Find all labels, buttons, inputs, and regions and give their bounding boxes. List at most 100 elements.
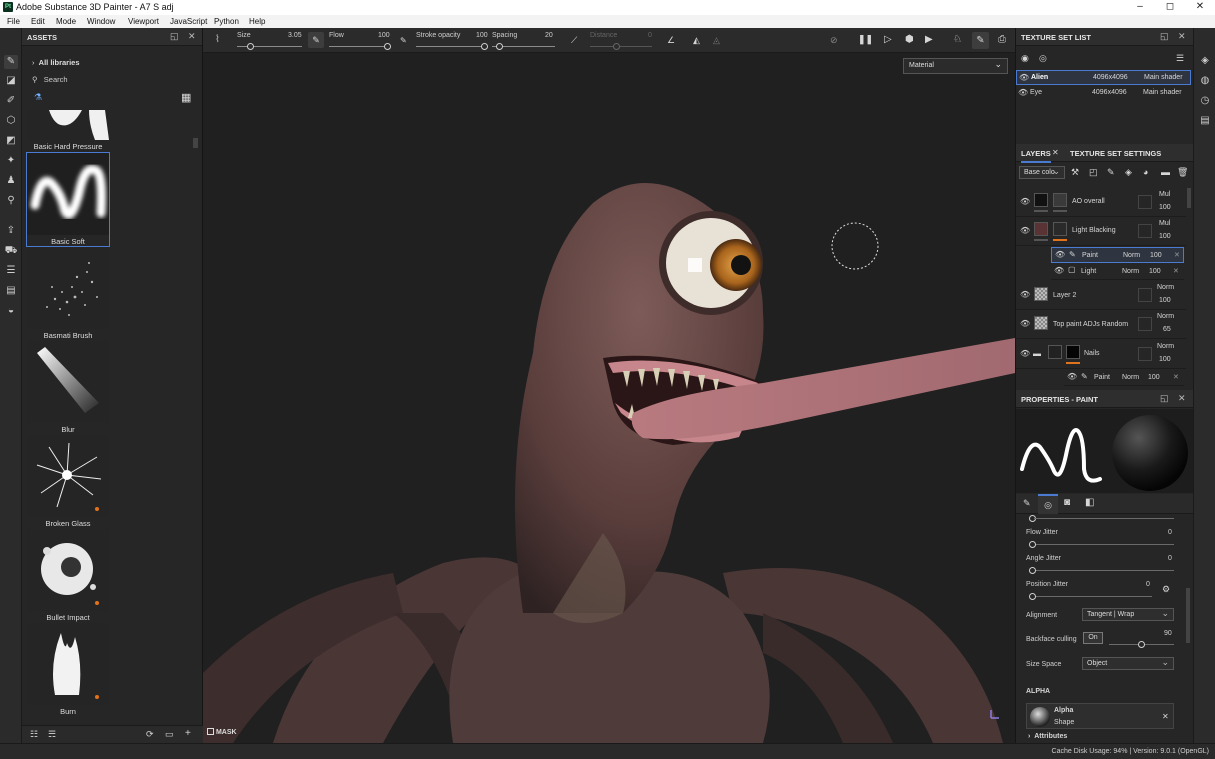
distance-slider[interactable] — [590, 46, 652, 47]
tab-layers[interactable]: LAYERS — [1021, 149, 1051, 163]
3d-viewport[interactable]: Material ⌄ MASK — [203, 53, 1015, 743]
size-value[interactable]: 3.05 — [288, 32, 302, 39]
paint-mode-icon[interactable]: ♘ — [953, 34, 962, 45]
eye-icon[interactable]: 👁 — [1055, 250, 1065, 259]
list-menu-icon[interactable]: ☰ — [1176, 53, 1184, 64]
add-folder-icon[interactable]: ▬ — [1161, 167, 1170, 177]
add-smart-material-icon[interactable]: ◕ — [1143, 167, 1148, 177]
color-picker-icon[interactable]: ⚲ — [4, 194, 18, 208]
log-icon[interactable]: ▤ — [1198, 114, 1212, 128]
flow-slider-handle[interactable] — [384, 43, 391, 50]
mask-toggle[interactable]: MASK — [207, 728, 237, 736]
effect-row[interactable]: 👁 ✎ Paint Norm 100 ✕ — [1064, 370, 1184, 386]
texture-set-row-eye[interactable]: 👁 Eye 4096x4096 Main shader — [1016, 86, 1191, 101]
projection-icon[interactable]: ✐ — [4, 94, 18, 108]
search-input[interactable]: ⚲ Search — [32, 75, 200, 87]
close-icon[interactable]: ✕ — [1178, 31, 1186, 42]
texture-set-row-alien[interactable]: 👁 Alien 4096x4096 Main shader — [1016, 70, 1191, 85]
layer-row[interactable]: 👁 Top paint ADJs Random Norm 65 — [1016, 310, 1186, 339]
add-mask-icon[interactable]: ◰ — [1089, 167, 1098, 178]
visibility-icon[interactable]: ◉ — [1021, 53, 1029, 64]
flow-jitter-handle[interactable] — [1029, 541, 1036, 548]
texture-set-shader[interactable]: Main shader — [1143, 89, 1182, 96]
remove-effect-icon[interactable]: ✕ — [1173, 267, 1179, 275]
screenshot-icon[interactable]: ⎙ — [998, 34, 1006, 45]
eye-icon[interactable]: 👁 — [1020, 197, 1030, 206]
flow-value[interactable]: 100 — [378, 32, 390, 39]
blend-mode[interactable]: Norm — [1122, 374, 1139, 381]
remove-effect-icon[interactable]: ✕ — [1174, 251, 1180, 259]
backface-culling-value[interactable]: 90 — [1164, 630, 1172, 637]
undock-icon[interactable]: ◱ — [1160, 31, 1169, 42]
menu-viewport[interactable]: Viewport — [128, 17, 159, 26]
close-tab-icon[interactable]: ✕ — [1052, 148, 1059, 157]
grid-view-icon[interactable]: ▦ — [181, 91, 191, 104]
add-icon[interactable]: + — [185, 728, 191, 739]
layers-icon[interactable]: ☰ — [4, 264, 18, 278]
spacing-slider-handle[interactable] — [496, 43, 503, 50]
pressure-toggle-icon[interactable]: ✎ — [308, 32, 324, 48]
blend-mode[interactable]: Mul — [1159, 191, 1170, 198]
symmetry-axis-icon[interactable]: ◬ — [713, 35, 720, 46]
position-jitter-slider[interactable] — [1034, 596, 1152, 597]
texture-set-icon[interactable]: ⛟ — [4, 244, 18, 258]
menu-python[interactable]: Python — [214, 17, 239, 26]
flow-jitter-slider[interactable] — [1034, 544, 1174, 545]
eraser-icon[interactable]: ◪ — [4, 74, 18, 88]
angle-icon[interactable]: ∠ — [667, 35, 675, 46]
effect-opacity[interactable]: 100 — [1148, 374, 1160, 381]
position-jitter-handle[interactable] — [1029, 593, 1036, 600]
effect-row-selected[interactable]: 👁 ✎ Paint Norm 100 ✕ — [1051, 247, 1184, 263]
angle-jitter-handle[interactable] — [1029, 567, 1036, 574]
eye-icon[interactable]: 👁 — [1020, 319, 1030, 328]
flow-jitter-value[interactable]: 0 — [1168, 529, 1172, 536]
brush-item[interactable]: Burn — [27, 623, 109, 716]
flow-pressure-icon[interactable]: ✎ — [400, 36, 407, 45]
backface-culling-toggle[interactable]: On — [1083, 632, 1103, 644]
layer-opacity[interactable]: 65 — [1163, 326, 1171, 333]
paint-brush-icon[interactable]: ✎ — [4, 55, 18, 69]
maximize-button[interactable]: ◻ — [1155, 0, 1185, 15]
delete-layer-icon[interactable]: 🗑 — [1177, 167, 1188, 178]
clone-stamp-icon[interactable]: ♟ — [4, 174, 18, 188]
menu-javascript[interactable]: JavaScript — [170, 17, 207, 26]
brush-item[interactable]: Bullet Impact — [27, 529, 109, 622]
tab-stencil-icon[interactable]: ◧ — [1085, 497, 1094, 508]
distance-value[interactable]: 0 — [648, 32, 652, 39]
blend-mode[interactable]: Norm — [1157, 284, 1174, 291]
selection-mode-icon[interactable]: ▷ — [884, 34, 892, 45]
spacing-value[interactable]: 20 — [545, 32, 553, 39]
tab-texture-set-settings[interactable]: TEXTURE SET SETTINGS — [1070, 149, 1161, 158]
scrollbar-thumb[interactable] — [193, 138, 198, 148]
layer-row[interactable]: 👁 AO overall Mul 100 — [1016, 188, 1186, 217]
add-paint-layer-icon[interactable]: ✎ — [1107, 167, 1115, 178]
history-icon[interactable]: ◷ — [1198, 94, 1212, 108]
close-icon[interactable]: ✕ — [188, 31, 196, 42]
size-space-select[interactable]: Object — [1082, 657, 1174, 670]
menu-window[interactable]: Window — [87, 17, 115, 26]
undock-icon[interactable]: ◱ — [1160, 393, 1169, 404]
channel-select[interactable]: Base colo — [1019, 166, 1065, 179]
stroke-opacity-value[interactable]: 100 — [476, 32, 488, 39]
library-selector[interactable]: › All libraries — [32, 58, 80, 67]
menu-edit[interactable]: Edit — [31, 17, 45, 26]
remove-effect-icon[interactable]: ✕ — [1173, 373, 1179, 381]
eye-icon[interactable]: 👁 — [1018, 88, 1028, 97]
tab-stroke-icon[interactable]: ◎ — [1038, 494, 1058, 514]
alpha-resource[interactable]: Alpha Shape ✕ — [1026, 703, 1174, 729]
add-effect-icon[interactable]: ⚒ — [1071, 167, 1079, 178]
tab-alpha-icon[interactable]: ◙ — [1064, 497, 1070, 508]
properties-scrollbar-thumb[interactable] — [1186, 588, 1190, 643]
tab-brush-icon[interactable]: ✎ — [1023, 498, 1031, 509]
eye-icon[interactable]: 👁 — [1019, 73, 1029, 82]
add-fill-layer-icon[interactable]: ◈ — [1125, 167, 1132, 178]
layer-row[interactable]: 👁 Light Blacking Mul 100 — [1016, 217, 1186, 246]
document-icon[interactable]: ▤ — [4, 284, 18, 298]
blend-mode[interactable]: Norm — [1123, 252, 1140, 259]
layer-opacity[interactable]: 100 — [1159, 233, 1171, 240]
folder-icon[interactable]: ▭ — [165, 729, 174, 740]
layer-row[interactable]: 👁 Layer 2 Norm 100 — [1016, 281, 1186, 310]
attributes-section[interactable]: › Attributes — [1028, 733, 1067, 740]
settings-gear-icon[interactable]: ⚙ — [1162, 584, 1170, 595]
brush-item[interactable]: Blur — [27, 341, 109, 434]
